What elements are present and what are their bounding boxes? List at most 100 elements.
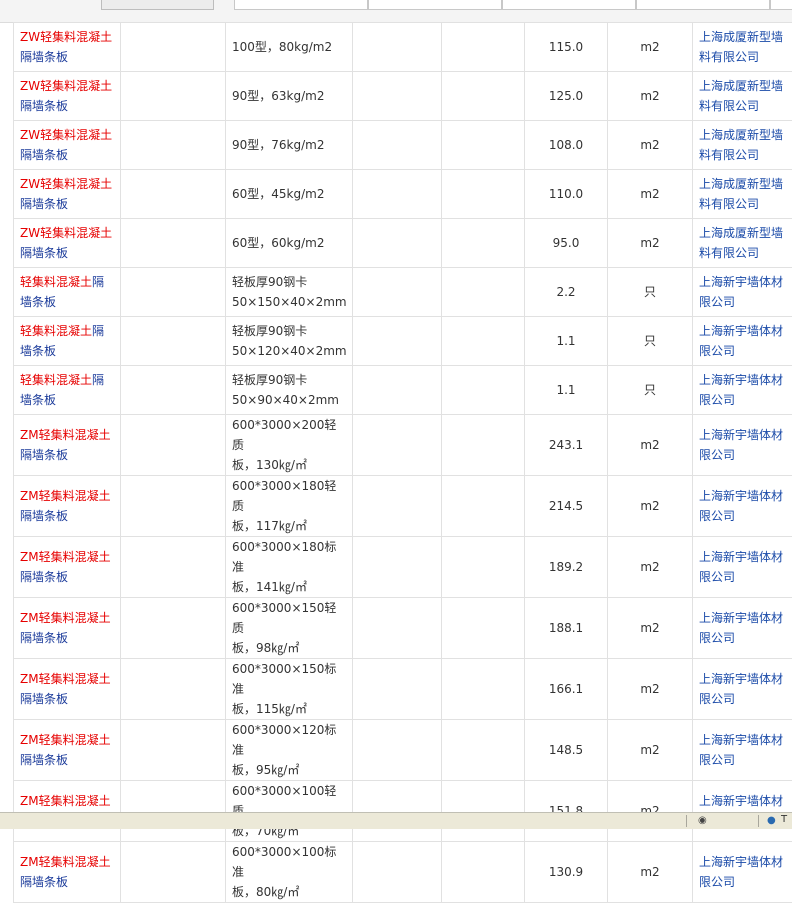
company-link[interactable]: 上海新宇墙体材限公司	[693, 720, 792, 781]
header-tab-2[interactable]	[234, 0, 368, 10]
company-link[interactable]: 上海新宇墙体材限公司	[693, 366, 792, 415]
company-line-2: 限公司	[699, 295, 735, 309]
product-name-link[interactable]: ZW轻集料混凝土隔墙条板	[14, 219, 121, 268]
table-row: ZM轻集料混凝土隔墙条板 600*3000×100标准板，80㎏/㎡ 130.9…	[14, 842, 792, 903]
product-name-link[interactable]: ZM轻集料混凝土隔墙条板	[14, 842, 121, 903]
empty-cell	[121, 23, 226, 72]
spec-cell: 600*3000×200轻质板，130㎏/㎡	[226, 415, 353, 476]
product-name-link[interactable]: ZM轻集料混凝土隔墙条板	[14, 659, 121, 720]
company-link[interactable]: 上海新宇墙体材限公司	[693, 537, 792, 598]
product-name-rest: 隔墙条板	[20, 570, 68, 584]
spec-line-2: 板，117㎏/㎡	[232, 519, 307, 533]
product-name-rest: 隔墙条板	[20, 509, 68, 523]
product-name-highlight: 轻集料混凝土	[20, 373, 92, 387]
product-name-link[interactable]: ZM轻集料混凝土隔墙条板	[14, 781, 121, 842]
status-divider	[686, 815, 687, 827]
price-cell: 166.1	[525, 659, 608, 720]
header-tab-4[interactable]	[502, 0, 636, 10]
product-name-highlight: 轻集料混凝土	[20, 324, 92, 338]
product-name-link[interactable]: ZM轻集料混凝土隔墙条板	[14, 415, 121, 476]
company-link[interactable]: 上海新宇墙体材限公司	[693, 598, 792, 659]
company-line-1: 上海新宇墙体材	[699, 428, 783, 442]
spec-line-1: 90型，76kg/m2	[232, 138, 324, 152]
company-line-1: 上海新宇墙体材	[699, 733, 783, 747]
table-row: ZM轻集料混凝土隔墙条板 600*3000×150轻质板，98㎏/㎡ 188.1…	[14, 598, 792, 659]
spec-line-2: 板，141㎏/㎡	[232, 580, 307, 594]
product-name-link[interactable]: ZM轻集料混凝土隔墙条板	[14, 476, 121, 537]
spec-line-1: 60型，45kg/m2	[232, 187, 324, 201]
company-link[interactable]: 上海成厦新型墙料有限公司	[693, 72, 792, 121]
spec-cell: 60型，45kg/m2	[226, 170, 353, 219]
product-name-link[interactable]: ZM轻集料混凝土隔墙条板	[14, 537, 121, 598]
table-row: 轻集料混凝土隔墙条板 轻板厚90钢卡50×120×40×2mm 1.1 只 上海…	[14, 317, 792, 366]
spec-line-1: 100型，80kg/m2	[232, 40, 332, 54]
unit-cell: m2	[608, 219, 693, 268]
spec-cell: 轻板厚90钢卡50×90×40×2mm	[226, 366, 353, 415]
company-link[interactable]: 上海成厦新型墙料有限公司	[693, 121, 792, 170]
spec-cell: 600*3000×100标准板，80㎏/㎡	[226, 842, 353, 903]
product-name-link[interactable]: ZW轻集料混凝土隔墙条板	[14, 72, 121, 121]
spec-cell: 600*3000×180轻质板，117㎏/㎡	[226, 476, 353, 537]
product-name-link[interactable]: ZM轻集料混凝土隔墙条板	[14, 598, 121, 659]
product-name-highlight: ZW轻集料混凝土	[20, 128, 112, 142]
company-line-2: 限公司	[699, 631, 735, 645]
table-row: ZW轻集料混凝土隔墙条板 60型，60kg/m2 95.0 m2 上海成厦新型墙…	[14, 219, 792, 268]
company-link[interactable]: 上海新宇墙体材限公司	[693, 781, 792, 842]
company-link[interactable]: 上海成厦新型墙料有限公司	[693, 219, 792, 268]
product-name-link[interactable]: ZW轻集料混凝土隔墙条板	[14, 170, 121, 219]
header-strip	[0, 0, 792, 23]
company-line-2: 料有限公司	[699, 148, 759, 162]
product-name-rest: 隔墙条板	[20, 246, 68, 260]
empty-cell	[353, 366, 442, 415]
product-name-link[interactable]: ZW轻集料混凝土隔墙条板	[14, 23, 121, 72]
company-link[interactable]: 上海新宇墙体材限公司	[693, 268, 792, 317]
spec-line-1: 60型，60kg/m2	[232, 236, 324, 250]
product-name-link[interactable]: 轻集料混凝土隔墙条板	[14, 366, 121, 415]
price-cell: 110.0	[525, 170, 608, 219]
company-line-1: 上海新宇墙体材	[699, 275, 783, 289]
header-tab-5[interactable]	[636, 0, 770, 10]
spec-line-1: 600*3000×150标准	[232, 662, 336, 696]
empty-cell	[442, 23, 525, 72]
spec-line-1: 轻板厚90钢卡	[232, 373, 307, 387]
company-link[interactable]: 上海新宇墙体材限公司	[693, 659, 792, 720]
empty-cell	[442, 170, 525, 219]
company-link[interactable]: 上海新宇墙体材限公司	[693, 476, 792, 537]
header-tab-1[interactable]	[101, 0, 214, 10]
product-name-highlight: ZM轻集料混凝土	[20, 855, 111, 869]
spec-line-1: 600*3000×150轻质	[232, 601, 336, 635]
empty-cell	[353, 317, 442, 366]
product-name-link[interactable]: ZM轻集料混凝土隔墙条板	[14, 720, 121, 781]
unit-cell: m2	[608, 659, 693, 720]
price-cell: 214.5	[525, 476, 608, 537]
empty-cell	[353, 537, 442, 598]
unit-cell: m2	[608, 170, 693, 219]
empty-cell	[121, 415, 226, 476]
privacy-eye-icon[interactable]: ◉	[698, 815, 707, 826]
empty-cell	[442, 366, 525, 415]
empty-cell	[121, 121, 226, 170]
company-link[interactable]: 上海新宇墙体材限公司	[693, 842, 792, 903]
company-link[interactable]: 上海成厦新型墙料有限公司	[693, 23, 792, 72]
internet-zone-globe-icon[interactable]: ●	[767, 815, 776, 826]
product-name-link[interactable]: 轻集料混凝土隔墙条板	[14, 317, 121, 366]
spec-line-2: 板，130㎏/㎡	[232, 458, 307, 472]
empty-cell	[353, 476, 442, 537]
table-row: ZM轻集料混凝土隔墙条板 600*3000×150标准板，115㎏/㎡ 166.…	[14, 659, 792, 720]
product-name-link[interactable]: 轻集料混凝土隔墙条板	[14, 268, 121, 317]
company-link[interactable]: 上海成厦新型墙料有限公司	[693, 170, 792, 219]
company-link[interactable]: 上海新宇墙体材限公司	[693, 317, 792, 366]
company-line-2: 料有限公司	[699, 50, 759, 64]
empty-cell	[353, 598, 442, 659]
company-link[interactable]: 上海新宇墙体材限公司	[693, 415, 792, 476]
spec-line-2: 板，98㎏/㎡	[232, 641, 299, 655]
table-row: ZW轻集料混凝土隔墙条板 60型，45kg/m2 110.0 m2 上海成厦新型…	[14, 170, 792, 219]
header-tab-6[interactable]	[770, 0, 792, 10]
product-name-rest: 隔墙条板	[20, 875, 68, 889]
company-line-1: 上海新宇墙体材	[699, 489, 783, 503]
price-cell: 125.0	[525, 72, 608, 121]
unit-cell: 只	[608, 366, 693, 415]
price-cell: 243.1	[525, 415, 608, 476]
header-tab-3[interactable]	[368, 0, 502, 10]
product-name-link[interactable]: ZW轻集料混凝土隔墙条板	[14, 121, 121, 170]
